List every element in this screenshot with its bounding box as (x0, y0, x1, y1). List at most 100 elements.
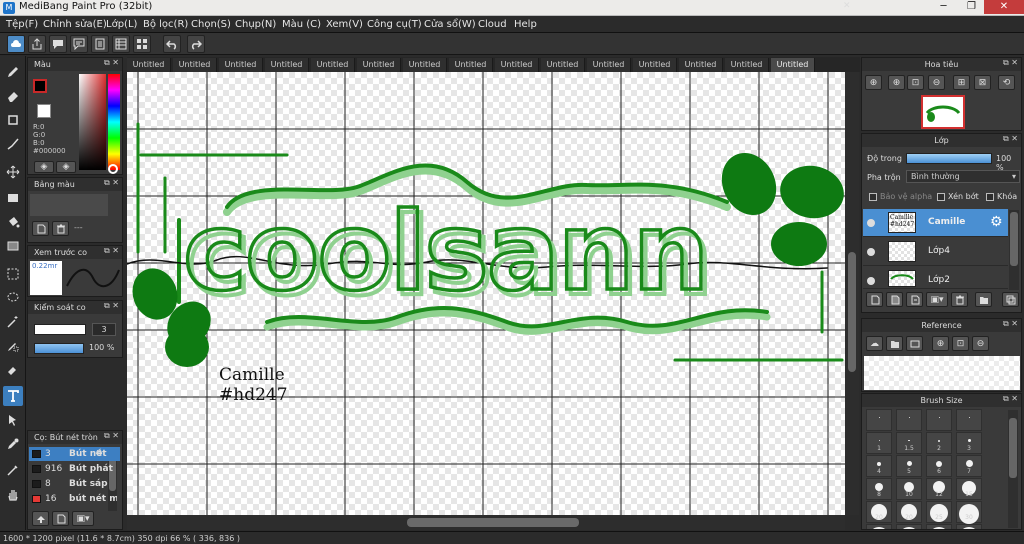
hue-handle[interactable] (108, 164, 118, 174)
brush-size-option[interactable]: 1.5 (896, 432, 922, 454)
close-button[interactable]: ✕ (984, 0, 1024, 14)
tab-untitled[interactable]: Untitled (127, 58, 171, 72)
panel-controls-icon[interactable]: ⧉ ✕ (1003, 134, 1018, 144)
brush-size-option[interactable]: 2 (926, 432, 952, 454)
text-icon[interactable] (3, 386, 23, 406)
color-mode-button[interactable]: ◈ (34, 161, 54, 173)
eraser-icon[interactable] (3, 86, 23, 106)
brush-size-option[interactable]: 30 (956, 501, 982, 524)
menu-snap[interactable]: Chụp(N) (235, 17, 276, 32)
redo-icon[interactable] (187, 35, 205, 53)
brush-size-option[interactable]: 7 (956, 455, 982, 477)
brush-opacity-slider[interactable] (34, 343, 84, 354)
panel-controls-icon[interactable]: ⧉ ✕ (1003, 58, 1018, 68)
menu-window[interactable]: Cửa sổ(W) (424, 17, 476, 32)
undo-icon[interactable] (163, 35, 181, 53)
tab-untitled[interactable]: Untitled (219, 58, 263, 72)
maximize-button[interactable]: ❐ (958, 0, 985, 14)
page-list-icon[interactable] (112, 35, 130, 53)
layer-item-lop2[interactable]: Lớp2 (863, 267, 1008, 289)
brush-size-option[interactable] (866, 409, 892, 431)
color-swap-button[interactable]: ◈ (56, 161, 76, 173)
reference-zoom-out-icon[interactable]: ⊖ (972, 336, 989, 351)
fill-rect-icon[interactable] (3, 188, 23, 208)
menu-tools[interactable]: Công cụ(T) (367, 17, 422, 32)
lasso-icon[interactable] (3, 288, 23, 308)
brush-item[interactable]: 3 Bút nét ⚙ (29, 447, 120, 461)
tab-untitled[interactable]: Untitled (173, 58, 217, 72)
canvas-horizontal-scrollbar[interactable] (127, 515, 845, 530)
brush-size-option[interactable]: 20 (896, 501, 922, 523)
brush-item[interactable]: 916 Bút phát (29, 462, 120, 476)
menu-help[interactable]: Help (514, 17, 537, 32)
operation-icon[interactable] (3, 410, 23, 430)
new-8bit-layer-icon[interactable] (906, 292, 923, 307)
page-icon[interactable] (91, 35, 109, 53)
tab-untitled[interactable]: Untitled (725, 58, 769, 72)
brush-size-option[interactable]: 3 (956, 432, 982, 454)
menu-filter[interactable]: Bộ lọc(R) (143, 17, 188, 32)
tab-untitled[interactable]: Untitled (679, 58, 723, 72)
tab-untitled[interactable]: Untitled (449, 58, 493, 72)
blend-mode-select[interactable]: Bình thường ▾ (906, 170, 1020, 183)
new-swatch-icon[interactable] (32, 221, 49, 236)
brush-size-option[interactable] (896, 409, 922, 431)
panel-controls-icon[interactable]: ⧉ ✕ (104, 431, 119, 441)
brush-size-option[interactable] (896, 524, 922, 529)
new-layer-icon[interactable] (866, 292, 883, 307)
hue-slider[interactable] (108, 74, 120, 170)
tab-untitled[interactable]: Untitled (495, 58, 539, 72)
brush-size-option[interactable] (926, 409, 952, 431)
layer-settings-gear-icon[interactable]: ⚙ (990, 214, 1003, 230)
select-pen-icon[interactable] (3, 336, 23, 356)
panel-controls-icon[interactable]: ⧉ ✕ (104, 246, 119, 256)
tab-untitled[interactable]: Untitled (265, 58, 309, 72)
menu-layer[interactable]: Lớp(L) (106, 17, 137, 32)
tab-untitled[interactable]: Untitled (403, 58, 447, 72)
gradient-icon[interactable] (3, 236, 23, 256)
select-eraser-icon[interactable] (3, 360, 23, 380)
select-rect-icon[interactable] (3, 264, 23, 284)
tab-untitled[interactable]: Untitled (357, 58, 401, 72)
cloud-sync-icon[interactable] (7, 35, 25, 53)
brush-size-option[interactable]: 12 (926, 478, 952, 500)
divide-icon[interactable] (3, 460, 23, 480)
reference-cloud-icon[interactable]: ☁ (866, 336, 883, 351)
comment-list-icon[interactable] (70, 35, 88, 53)
brush-size-option[interactable] (926, 524, 952, 529)
panel-controls-icon[interactable]: ⧉ ✕ (104, 301, 119, 311)
close-tab-icon[interactable]: ✕ (843, 1, 851, 11)
visibility-eye-icon[interactable] (867, 277, 875, 285)
swatch-list[interactable] (30, 194, 108, 216)
minimize-button[interactable]: ─ (930, 0, 957, 14)
rotate-icon[interactable]: ⟲ (998, 75, 1015, 90)
navigator-thumbnail[interactable] (921, 95, 965, 129)
delete-swatch-icon[interactable] (52, 221, 69, 236)
move-icon[interactable] (3, 162, 23, 182)
eyedropper-icon[interactable] (3, 434, 23, 454)
layer-item-camille[interactable]: Camille #hd247 Camille ⚙ (863, 209, 1008, 237)
comment-icon[interactable] (49, 35, 67, 53)
hand-icon[interactable] (3, 484, 23, 504)
visibility-eye-icon[interactable] (867, 219, 875, 227)
menu-view[interactable]: Xem(V) (326, 17, 363, 32)
menu-color[interactable]: Màu (C) (282, 17, 321, 32)
lock-checkbox[interactable] (986, 193, 994, 201)
zoom-fit-icon[interactable]: ⊡ (907, 75, 924, 90)
canvas-vertical-scrollbar[interactable] (845, 72, 859, 515)
panel-controls-icon[interactable]: ⧉ ✕ (104, 178, 119, 188)
panel-controls-icon[interactable]: ⧉ ✕ (1003, 394, 1018, 404)
layer-folder-icon[interactable] (975, 292, 992, 307)
panel-controls-icon[interactable]: ⧉ ✕ (1003, 319, 1018, 329)
brush-page-icon[interactable] (52, 511, 69, 526)
zoom-in-icon[interactable]: ⊕ (888, 75, 905, 90)
brush-size-scrollbar[interactable] (1008, 410, 1018, 528)
zoom-out-icon[interactable]: ⊖ (928, 75, 945, 90)
reference-add-icon[interactable] (906, 336, 923, 351)
brush-settings-gear-icon[interactable]: ⚙ (95, 447, 103, 461)
tab-untitled[interactable]: Untitled (633, 58, 677, 72)
bucket-icon[interactable] (3, 212, 23, 232)
brush-size-option[interactable]: 8 (866, 478, 892, 500)
menu-cloud[interactable]: Cloud (478, 17, 507, 32)
brush-size-option[interactable] (956, 524, 982, 529)
